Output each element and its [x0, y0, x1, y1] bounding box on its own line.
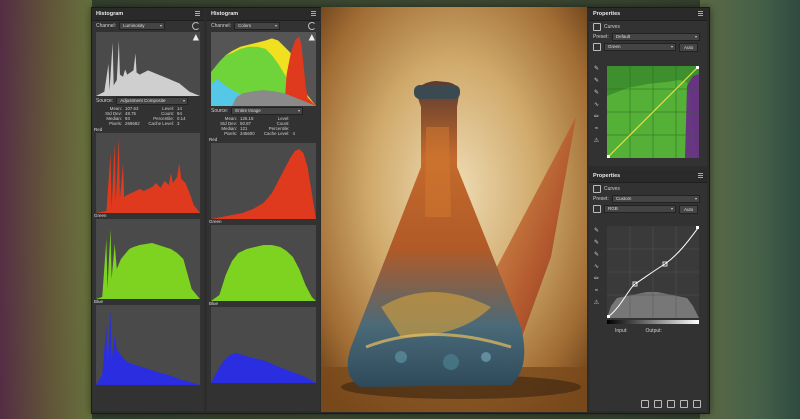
- background-left: [0, 0, 92, 419]
- colors-histogram: [211, 32, 316, 106]
- source-select[interactable]: Entire Image: [231, 106, 304, 115]
- preset-select[interactable]: Default: [611, 33, 700, 41]
- curve-icon[interactable]: ∿: [593, 102, 600, 109]
- curve-tools: ✎ ✎ ✎ ∿ ✏ ≈ ⚠: [593, 66, 603, 145]
- properties-title: Properties: [593, 173, 621, 179]
- properties-panel-bottom: Properties Curves Preset: Custom RGB Aut…: [589, 170, 707, 411]
- properties-title: Properties: [593, 11, 621, 17]
- reset-icon[interactable]: [667, 400, 675, 408]
- eyedropper-icon[interactable]: ✎: [593, 90, 600, 97]
- green-curve-graph[interactable]: [607, 66, 699, 158]
- eyedropper-icon[interactable]: ✎: [593, 78, 600, 85]
- menu-icon[interactable]: [698, 173, 703, 178]
- channel-select[interactable]: Colors: [234, 22, 281, 30]
- histogram-title: Histogram: [96, 11, 124, 17]
- smooth-icon[interactable]: ≈: [593, 288, 600, 295]
- output-label: Output:: [645, 328, 662, 334]
- histogram-panel-middle: Histogram Channel: Colors Source: Entire…: [207, 8, 320, 411]
- curve-icon[interactable]: ∿: [593, 264, 600, 271]
- auto-button[interactable]: Auto: [679, 42, 699, 52]
- auto-button[interactable]: Auto: [679, 204, 699, 214]
- green-histogram: [96, 219, 200, 299]
- gradient-bar: [607, 320, 699, 324]
- panel-title: Histogram: [92, 8, 204, 21]
- properties-panel-top: Properties Curves Preset: Default Green …: [589, 8, 707, 166]
- blue-histogram: [96, 305, 200, 385]
- channel-label: Channel:: [211, 23, 232, 29]
- refresh-icon[interactable]: [308, 22, 316, 30]
- channel-label: Channel:: [96, 23, 117, 29]
- channel-select[interactable]: Green: [604, 43, 676, 51]
- refresh-icon[interactable]: [192, 22, 200, 30]
- red-histogram: [96, 133, 200, 213]
- pencil-icon[interactable]: ✏: [593, 276, 600, 283]
- panel-title: Properties: [589, 170, 707, 183]
- clip-icon[interactable]: [641, 400, 649, 408]
- red-histogram: [211, 143, 316, 219]
- panel-title: Histogram: [207, 8, 320, 21]
- curves-adjustment-icon: [593, 22, 601, 31]
- histogram-title: Histogram: [211, 11, 239, 17]
- rgb-curve-graph[interactable]: [607, 226, 699, 318]
- menu-icon[interactable]: [698, 11, 703, 16]
- channel-select[interactable]: Luminosity: [119, 22, 166, 30]
- artwork-image: [321, 7, 587, 412]
- histogram-panel-left: Histogram Channel: Luminosity Source: Ad…: [92, 8, 204, 411]
- channel-select[interactable]: RGB: [604, 205, 676, 213]
- curves-label: Curves: [604, 23, 620, 30]
- panel-title: Properties: [589, 8, 707, 21]
- statistics: Mean: 126.18 Level: Std Dev: 50.87 Count: …: [220, 116, 295, 136]
- background-right: [700, 0, 800, 419]
- eyedropper-icon[interactable]: ✎: [593, 240, 600, 247]
- pencil-icon[interactable]: ✏: [593, 114, 600, 121]
- target-adjust-icon[interactable]: [593, 43, 601, 51]
- green-histogram: [211, 225, 316, 301]
- view-previous-icon[interactable]: [654, 400, 662, 408]
- clip-icon[interactable]: ⚠: [593, 138, 600, 145]
- preset-select[interactable]: Custom: [611, 195, 700, 203]
- panel-footer: [641, 400, 701, 408]
- eye-icon[interactable]: [680, 400, 688, 408]
- curve-tools: ✎ ✎ ✎ ∿ ✏ ≈ ⚠: [593, 228, 603, 307]
- luminosity-histogram: [96, 32, 200, 96]
- curves-adjustment-icon: [593, 184, 601, 193]
- trash-icon[interactable]: [693, 400, 701, 408]
- eyedropper-icon[interactable]: ✎: [593, 252, 600, 259]
- source-select[interactable]: Adjustment Composite: [116, 96, 189, 105]
- clip-icon[interactable]: ⚠: [593, 300, 600, 307]
- target-adjust-icon[interactable]: [593, 205, 601, 213]
- curves-label: Curves: [604, 185, 620, 192]
- smooth-icon[interactable]: ≈: [593, 126, 600, 133]
- menu-icon[interactable]: [195, 11, 200, 16]
- eyedropper-icon[interactable]: ✎: [593, 66, 600, 73]
- eyedropper-icon[interactable]: ✎: [593, 228, 600, 235]
- statistics: Mean: 107.63 Level: 14 Std Dev: 48.75 Count…: [105, 106, 186, 126]
- menu-icon[interactable]: [311, 11, 316, 16]
- blue-histogram: [211, 307, 316, 383]
- input-label: Input:: [615, 328, 628, 334]
